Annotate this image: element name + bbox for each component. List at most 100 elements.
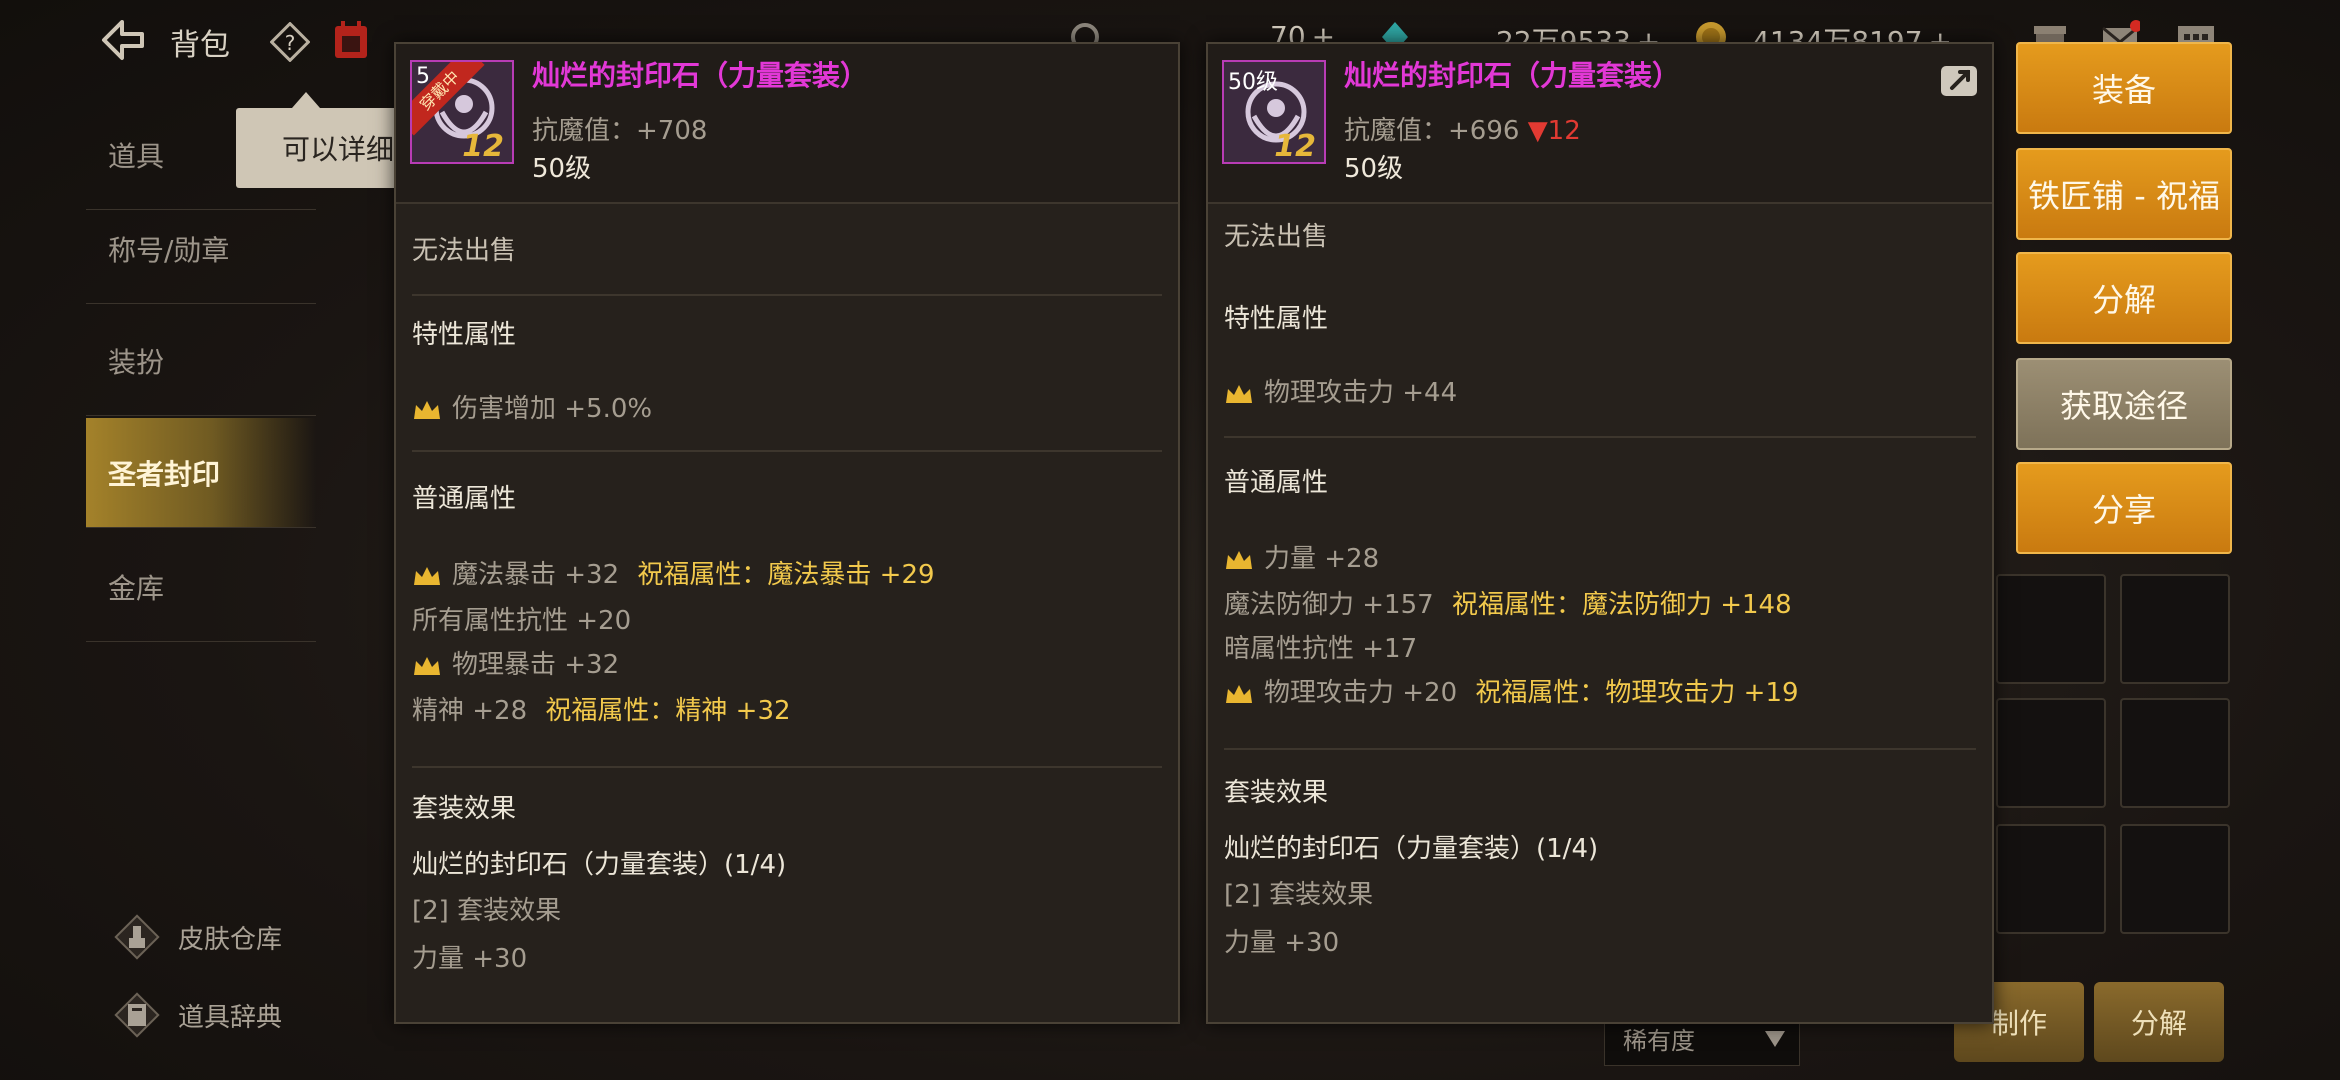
set-name: 灿烂的封印石（力量套装）(1/4) [1224,834,1599,864]
special-attr-text: 物理攻击力 +44 [1264,378,1458,408]
rarity-filter-label: 稀有度 [1623,1026,1695,1055]
set-bonus: 力量 +30 [1224,928,1340,958]
item-dictionary-link[interactable]: 道具辞典 [112,990,282,1040]
share-button[interactable]: 分享 [2016,462,2232,554]
dictionary-icon [114,992,160,1038]
item-resist-value: 抗魔值：+696 ▼12 [1344,110,1581,147]
item-name: 灿烂的封印石（力量套装） [1344,59,1681,92]
inventory-slot[interactable] [2120,574,2230,684]
normal-attr-row: 物理攻击力 +20 祝福属性：物理攻击力 +19 [1224,672,1799,709]
sidebar-item-label: 圣者封印 [108,457,221,491]
obtain-route-button[interactable]: 获取途径 [2016,358,2232,450]
set-effect-title: 套装效果 [412,794,517,824]
skin-storage-link[interactable]: 皮肤仓库 [112,912,282,962]
inventory-slot[interactable] [1996,824,2106,934]
upgrade-level-badge: 12 [462,129,504,164]
crown-icon [414,566,440,585]
back-arrow-icon[interactable] [100,18,146,62]
equip-button[interactable]: 装备 [2016,42,2232,134]
attr-text: 物理攻击力 +20 [1264,678,1458,708]
item-dictionary-label: 道具辞典 [178,1002,283,1033]
icon-level-tag: 50级 [1228,70,1278,95]
attr-text: 精神 +28 [412,696,528,726]
decompose-label: 分解 [2091,281,2156,319]
normal-attr-row: 魔法防御力 +157 祝福属性：魔法防御力 +148 [1224,584,1792,621]
divider [412,294,1162,296]
sidebar-item-vault[interactable]: 金库 [86,532,316,642]
tooltip: 可以详细 [236,92,416,188]
normal-attr-title: 普通属性 [412,484,517,514]
resist-text: 抗魔值：+696 [1344,116,1520,146]
sidebar-item-label: 道具 [108,139,165,173]
sidebar-item-label: 金库 [108,571,165,605]
crown-icon [1226,550,1252,569]
special-attr-title: 特性属性 [412,320,517,350]
inventory-slot[interactable] [1996,574,2106,684]
sidebar-item-seals[interactable]: 圣者封印 [86,418,316,528]
attr-text: 魔法防御力 +157 [1224,590,1434,620]
inventory-slot[interactable] [1996,698,2106,808]
equipped-item-tooltip: 5 穿戴中 12 灿烂的封印石（力量套装） 抗魔值：+708 50级 无法出售 … [394,42,1180,1024]
unsellable-label: 无法出售 [1224,222,1329,252]
skin-storage-label: 皮肤仓库 [178,924,283,955]
blessed-attr-text: 祝福属性：魔法暴击 +29 [637,560,935,590]
decompose-button[interactable]: 分解 [2016,252,2232,344]
normal-attr-row: 所有属性抗性 +20 [412,600,631,637]
set-effect-tier: [2] 套装效果 [412,896,562,926]
share-export-icon[interactable] [1938,60,1982,100]
blessed-attr-text: 祝福属性：精神 +32 [545,696,791,726]
inventory-slot[interactable] [2120,698,2230,808]
help-icon[interactable]: ? [270,22,310,62]
divider [412,766,1162,768]
normal-attr-title: 普通属性 [1224,468,1329,498]
attr-text: 力量 +28 [1264,544,1380,574]
item-header: 50级 12 灿烂的封印石（力量套装） 抗魔值：+696 ▼12 50级 [1208,44,1992,204]
crown-icon [1226,684,1252,703]
blacksmith-bless-label: 铁匠铺 - 祝福 [2028,177,2220,215]
crown-icon [414,400,440,419]
sidebar-item-titles[interactable]: 称号/勋章 [86,194,316,304]
sidebar-item-label: 装扮 [108,345,165,379]
blessed-attr-text: 祝福属性：物理攻击力 +19 [1475,678,1799,708]
item-level: 50级 [1344,154,1404,184]
craft-label: 制作 [1990,1007,2047,1040]
item-resist-value: 抗魔值：+708 [532,116,708,146]
set-name: 灿烂的封印石（力量套装）(1/4) [412,850,787,880]
special-attr-row: 伤害增加 +5.0% [412,388,652,425]
page-title: 背包 [170,28,230,63]
normal-attr-row: 精神 +28 祝福属性：精神 +32 [412,690,791,727]
decompose-bottom-button[interactable]: 分解 [2094,982,2224,1062]
blessed-attr-text: 祝福属性：魔法防御力 +148 [1451,590,1792,620]
special-attr-row: 物理攻击力 +44 [1224,372,1457,409]
blacksmith-bless-button[interactable]: 铁匠铺 - 祝福 [2016,148,2232,240]
set-effect-tier: [2] 套装效果 [1224,880,1374,910]
calendar-icon[interactable] [332,20,370,60]
attr-text: 暗属性抗性 +17 [1224,634,1418,664]
skin-storage-icon [114,914,160,960]
sidebar-item-label: 称号/勋章 [108,233,230,267]
inventory-slot[interactable] [2120,824,2230,934]
special-attr-title: 特性属性 [1224,304,1329,334]
set-effect-title: 套装效果 [1224,778,1329,808]
sidebar-item-avatar[interactable]: 装扮 [86,306,316,416]
equip-label: 装备 [2091,71,2156,109]
attr-text: 物理暴击 +32 [452,650,620,680]
normal-attr-row: 魔法暴击 +32 祝福属性：魔法暴击 +29 [412,554,935,591]
seal-stone-icon: 50级 12 [1222,60,1326,164]
share-label: 分享 [2091,491,2156,529]
divider [1224,748,1976,750]
resist-diff: ▼12 [1527,116,1581,146]
normal-attr-row: 力量 +28 [1224,538,1379,575]
unsellable-label: 无法出售 [412,236,517,266]
decompose-label: 分解 [2130,1007,2187,1040]
attr-text: 魔法暴击 +32 [452,560,620,590]
item-level: 50级 [532,154,592,184]
normal-attr-row: 物理暴击 +32 [412,644,619,681]
icon-level-tag: 5 [416,64,430,89]
attr-text: 所有属性抗性 +20 [412,606,632,636]
item-header: 5 穿戴中 12 灿烂的封印石（力量套装） 抗魔值：+708 50级 [396,44,1178,204]
upgrade-level-badge: 12 [1274,129,1316,164]
divider [412,450,1162,452]
crown-icon [414,656,440,675]
svg-text:?: ? [285,31,296,55]
